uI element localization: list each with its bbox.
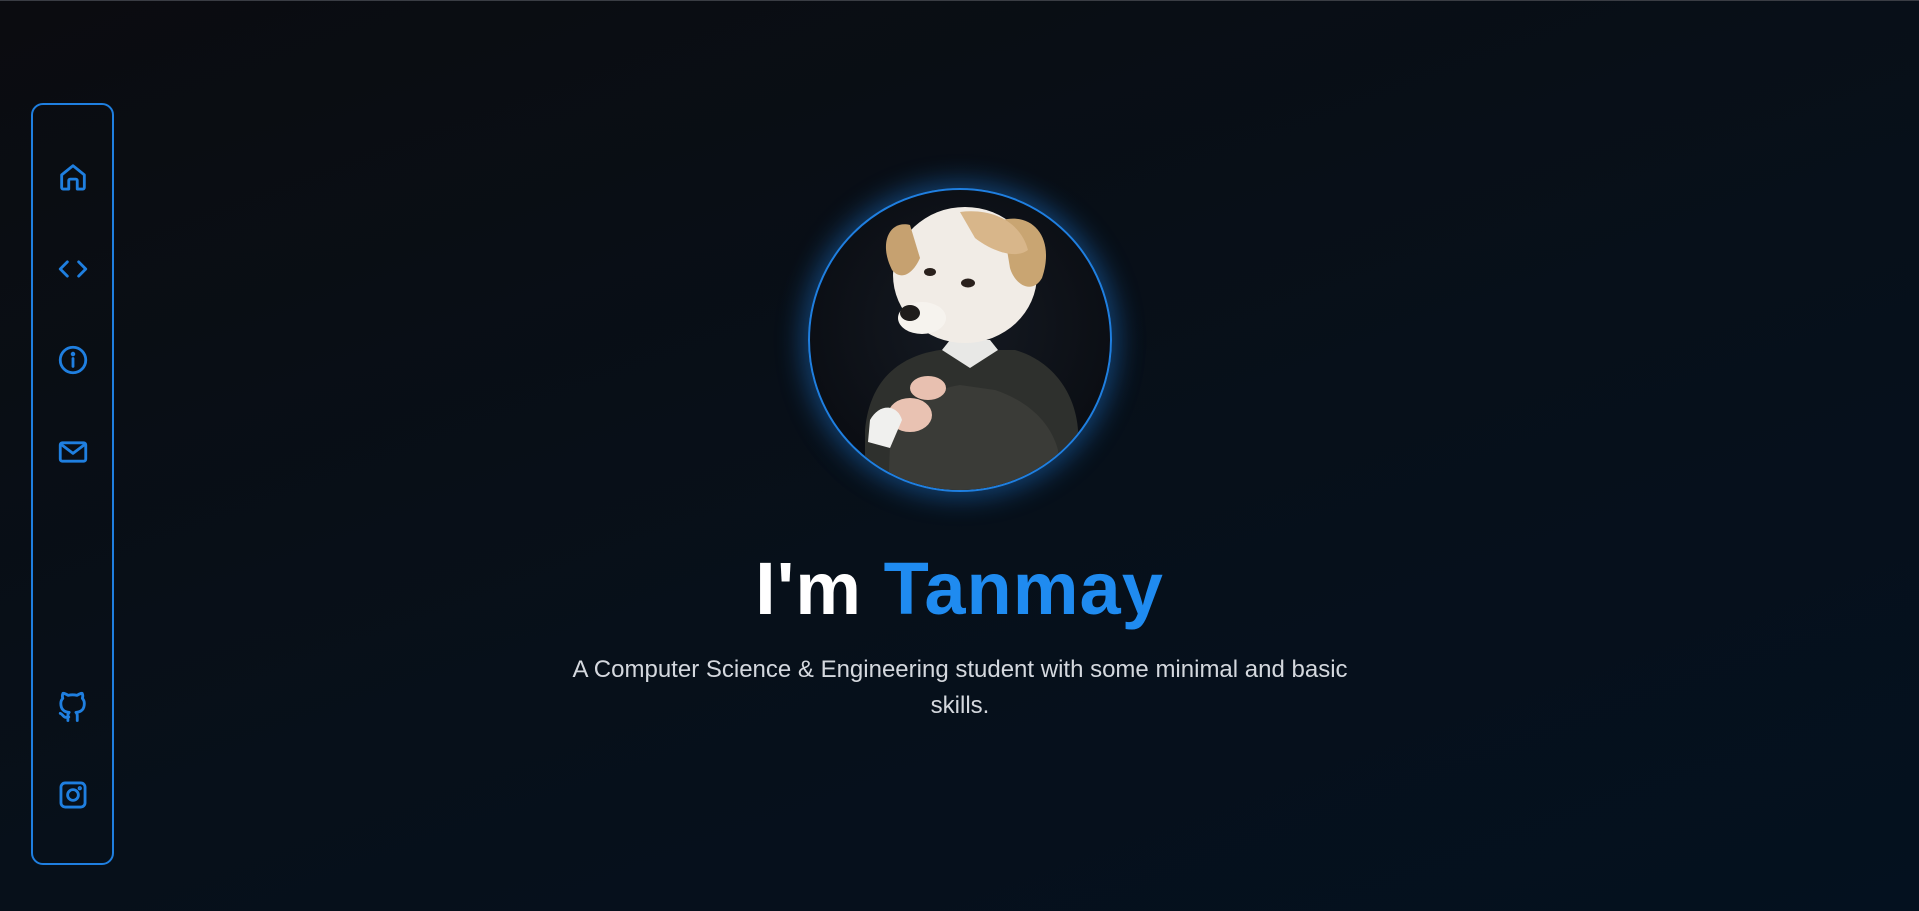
avatar bbox=[808, 188, 1112, 492]
hero-subtitle: A Computer Science & Engineering student… bbox=[572, 656, 1348, 719]
puppy-in-suit-image bbox=[865, 207, 1078, 490]
hero-name: Tanmay bbox=[883, 547, 1164, 630]
hero-section: I'm Tanmay A Computer Science & Engineer… bbox=[0, 0, 1919, 911]
greeting-text: I'm bbox=[755, 547, 863, 630]
hero-headline: I'm Tanmay bbox=[0, 543, 1919, 635]
